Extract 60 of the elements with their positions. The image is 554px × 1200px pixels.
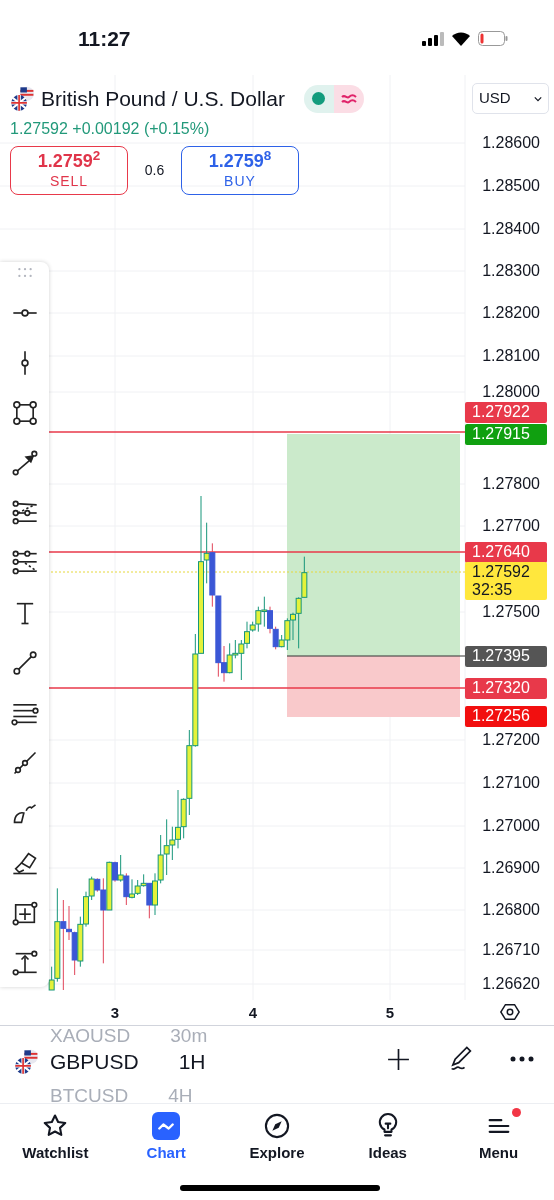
price-label: 1.27395 (465, 645, 547, 667)
quote-change: 1.27592 +0.00192 (+0.15%) (10, 118, 211, 139)
price-label: 1.27640 (465, 541, 547, 563)
signal-icon (422, 31, 444, 46)
currency-select[interactable]: USD (472, 83, 549, 114)
rectangle-icon[interactable] (10, 399, 39, 427)
sell-button[interactable]: 1.2759$^{2}$ SELL (10, 145, 128, 195)
price-tick: 1.27800 (482, 475, 540, 493)
price-tick: 1.27500 (482, 603, 540, 621)
parallel-channel-icon[interactable] (10, 499, 39, 527)
flag-icon (14, 1048, 40, 1075)
price-label: 1.27915 (465, 423, 547, 445)
chart-icon (158, 1122, 175, 1130)
channel-icon[interactable] (10, 549, 39, 577)
price-tick: 1.28200 (482, 304, 540, 322)
price-tick: 1.27000 (482, 817, 540, 835)
spread-value: 0.6 (143, 160, 166, 180)
price-label: 1.27320 (465, 677, 547, 699)
time-tick: 3 (110, 1003, 120, 1023)
price-tick: 1.27100 (482, 774, 540, 792)
price-tick: 1.26900 (482, 859, 540, 877)
battery-icon (478, 31, 508, 46)
price-tick: 1.28300 (482, 262, 540, 280)
time-tick: 5 (385, 1003, 395, 1023)
market-status-toggle[interactable] (303, 84, 364, 113)
price-tick: 1.28000 (482, 383, 540, 401)
arrow-icon[interactable] (10, 449, 39, 477)
compass-icon (263, 1112, 291, 1140)
nav-tab[interactable]: Explore (221, 1112, 333, 1165)
settings-icon[interactable] (499, 1001, 521, 1023)
flag-icon (10, 85, 36, 112)
nav-tab[interactable]: Watchlist (0, 1112, 111, 1165)
chevron-down-icon (534, 95, 542, 102)
approx-icon (340, 92, 357, 105)
price-label: 1.27592 32:35 (465, 562, 547, 600)
more-icon[interactable] (510, 1055, 534, 1063)
price-tick: 1.27700 (482, 517, 540, 535)
price-tick: 1.26710 (482, 941, 540, 959)
long-position-icon[interactable] (10, 949, 39, 977)
status-time: 11:27 (78, 25, 131, 52)
measure-icon[interactable] (10, 899, 39, 927)
nav-tab[interactable]: Chart (110, 1112, 222, 1165)
price-label: 1.27922 (465, 401, 547, 423)
buy-button[interactable]: 1.2759$^{8}$ BUY (181, 145, 299, 195)
symbol-title[interactable]: British Pound / U.S. Dollar (41, 83, 285, 115)
plus-icon[interactable] (386, 1047, 411, 1072)
nav-tab[interactable]: Menu (443, 1112, 554, 1165)
time-tick: 4 (248, 1003, 258, 1023)
price-tick: 1.28500 (482, 177, 540, 195)
grip-icon[interactable] (17, 268, 32, 277)
price-tick: 1.27200 (482, 731, 540, 749)
price-tick: 1.28400 (482, 220, 540, 238)
nav-tab[interactable]: Ideas (332, 1112, 444, 1165)
price-label: 1.27256 (465, 705, 547, 727)
trend-line-icon[interactable] (10, 649, 39, 677)
price-tick: 1.28600 (482, 134, 540, 152)
price-tick: 1.26620 (482, 975, 540, 993)
price-tick: 1.26800 (482, 901, 540, 919)
wifi-icon (451, 31, 471, 46)
price-tick: 1.28100 (482, 347, 540, 365)
